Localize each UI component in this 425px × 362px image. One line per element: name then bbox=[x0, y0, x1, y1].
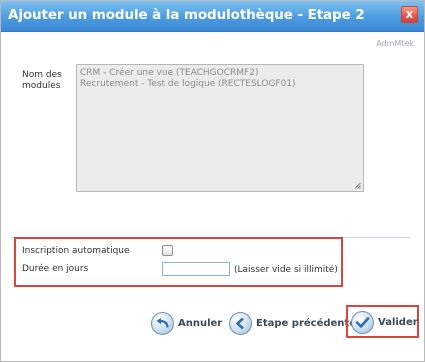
cancel-button[interactable]: Annuler bbox=[151, 311, 222, 335]
modules-label-line1: Nom des bbox=[22, 70, 62, 80]
dialog-title: Ajouter un module à la modulothèque - Et… bbox=[8, 7, 365, 23]
validate-button[interactable]: Valider bbox=[351, 310, 418, 334]
arrow-left-icon bbox=[229, 311, 252, 335]
dialog-window: Ajouter un module à la modulothèque - Et… bbox=[0, 0, 425, 362]
auto-enroll-checkbox[interactable] bbox=[162, 245, 173, 256]
duration-hint: (Laisser vide si illimité) bbox=[234, 265, 338, 275]
close-icon[interactable]: x bbox=[401, 6, 418, 23]
resize-grip-icon[interactable] bbox=[354, 182, 361, 189]
auto-enroll-label: Inscription automatique bbox=[22, 246, 130, 256]
undo-arrow-icon bbox=[151, 311, 174, 335]
duration-label: Durée en jours bbox=[22, 264, 89, 274]
previous-step-label: Etape précédente bbox=[256, 317, 356, 329]
title-bar: Ajouter un module à la modulothèque - Et… bbox=[1, 1, 424, 32]
validate-label: Valider bbox=[378, 316, 418, 328]
previous-step-button[interactable]: Etape précédente bbox=[229, 311, 356, 335]
subtitle-label: AdmMtek bbox=[376, 39, 414, 48]
modules-label-line2: modules bbox=[22, 81, 61, 91]
module-item: Recrutement - Test de logique (RECTESLOG… bbox=[80, 79, 296, 89]
module-item: CRM - Créer une vue (TEACHGOCRMF2) bbox=[80, 68, 259, 78]
cancel-label: Annuler bbox=[178, 317, 223, 329]
duration-input[interactable] bbox=[162, 262, 230, 276]
checkmark-icon bbox=[351, 310, 374, 334]
modules-textarea[interactable]: CRM - Créer une vue (TEACHGOCRMF2) Recru… bbox=[76, 64, 364, 192]
